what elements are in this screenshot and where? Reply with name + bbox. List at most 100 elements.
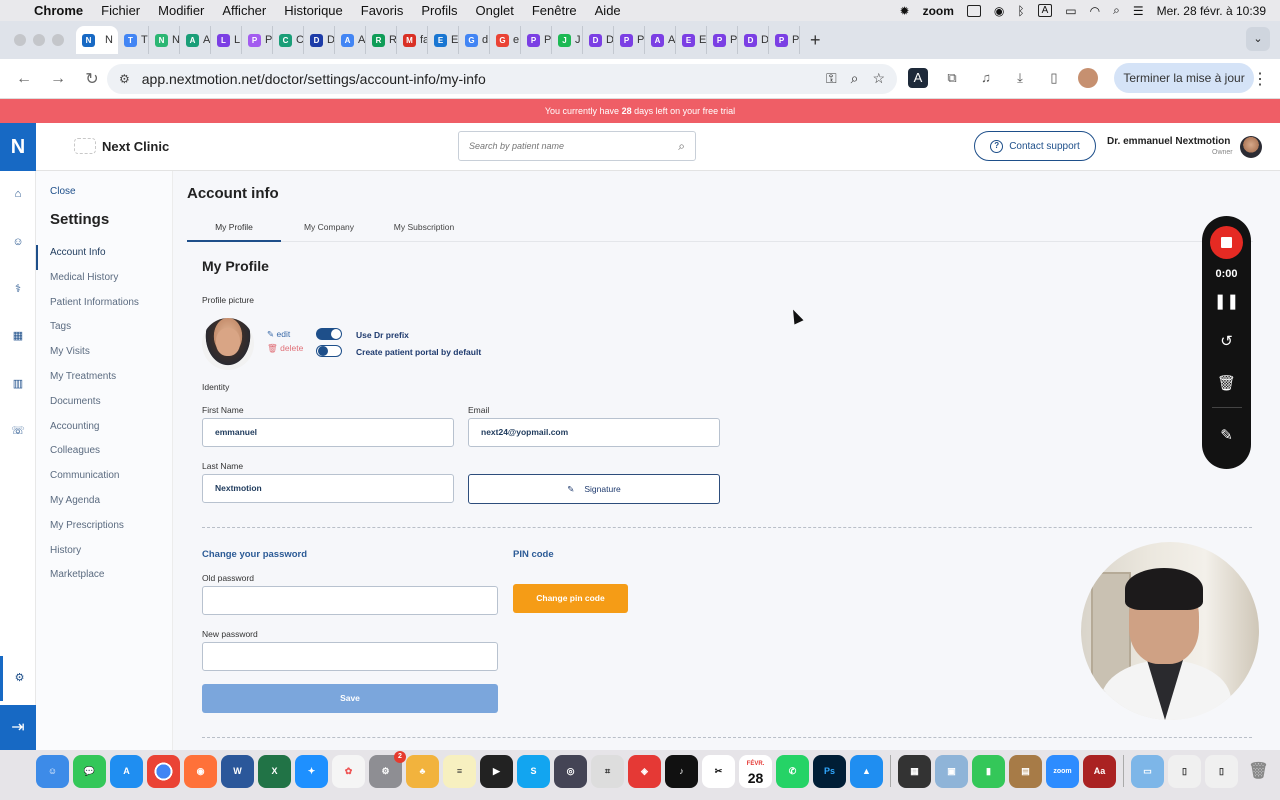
numbers-icon[interactable]: ▮ <box>972 755 1005 788</box>
browser-tab[interactable]: TT <box>118 26 149 54</box>
archive-icon[interactable]: ▤ <box>1009 755 1042 788</box>
first-name-field[interactable]: emmanuel <box>202 418 454 447</box>
menu-profils[interactable]: Profils <box>421 3 457 18</box>
bluetooth-icon[interactable]: ᛒ <box>1017 4 1024 18</box>
browser-tab-active[interactable]: NN✕ <box>76 26 118 54</box>
key-icon[interactable]: ⚿ <box>826 70 837 87</box>
forward-icon[interactable]: → <box>48 70 68 88</box>
browser-tab[interactable]: NN <box>149 26 180 54</box>
address-bar[interactable]: ⚙ app.nextmotion.net/doctor/settings/acc… <box>107 64 897 94</box>
browser-tab[interactable]: LL <box>211 26 242 54</box>
battery-icon[interactable]: ▭ <box>1065 4 1076 18</box>
signature-button[interactable]: ✎ Signature <box>468 474 720 504</box>
tab-search-icon[interactable]: ⌄ <box>1246 27 1270 51</box>
search-input[interactable] <box>469 132 669 160</box>
profile-avatar-icon[interactable] <box>1078 68 1098 88</box>
logout-icon[interactable]: ⇥ <box>0 705 36 750</box>
tab-my-company[interactable]: My Company <box>281 216 377 242</box>
screen-icon[interactable] <box>966 4 981 17</box>
finder-icon[interactable]: ☺ <box>36 755 69 788</box>
contact-support-button[interactable]: ? Contact support <box>974 131 1096 161</box>
control-center-icon[interactable]: ☰ <box>1133 4 1144 18</box>
sidebar-item-medical-history[interactable]: Medical History <box>36 270 173 295</box>
menu-favoris[interactable]: Favoris <box>361 3 404 18</box>
document-icon[interactable]: ▯ <box>1168 755 1201 788</box>
messages-icon[interactable]: 💬 <box>73 755 106 788</box>
browser-tab[interactable]: PP <box>242 26 273 54</box>
chrome-icon[interactable] <box>147 755 180 788</box>
word-icon[interactable]: W <box>221 755 254 788</box>
photos-icon[interactable]: ✿ <box>332 755 365 788</box>
keynote-icon[interactable]: ▲ <box>850 755 883 788</box>
browser-tab[interactable]: PP <box>707 26 738 54</box>
media-icon[interactable]: ♫ <box>976 68 996 88</box>
menu-modifier[interactable]: Modifier <box>158 3 204 18</box>
browser-tab[interactable]: RR <box>366 26 397 54</box>
browser-tab[interactable]: JJ <box>552 26 583 54</box>
email-field[interactable]: next24@yopmail.com <box>468 418 720 447</box>
sidebar-item-accounting[interactable]: Accounting <box>36 419 173 444</box>
calculator-icon[interactable]: ▦ <box>898 755 931 788</box>
whatsapp-icon[interactable]: ✆ <box>776 755 809 788</box>
stop-recording-button[interactable] <box>1210 226 1243 259</box>
photoshop-icon[interactable]: Ps <box>813 755 846 788</box>
calendar-icon[interactable]: FÉVR. 28 <box>739 755 772 788</box>
avatar[interactable] <box>1240 136 1262 158</box>
sidebar-item-my-prescriptions[interactable]: My Prescriptions <box>36 518 173 543</box>
system-settings-icon[interactable]: ⚙ 2 <box>369 751 406 788</box>
puzzle-icon[interactable]: ⧉ <box>942 68 962 88</box>
wifi-icon[interactable]: ◠ <box>1090 4 1100 18</box>
browser-tab[interactable]: PP <box>614 26 645 54</box>
record-icon[interactable]: ◉ <box>994 4 1004 18</box>
browser-tab[interactable]: DD <box>738 26 769 54</box>
side-panel-icon[interactable]: ▯ <box>1044 68 1064 88</box>
sidebar-item-my-agenda[interactable]: My Agenda <box>36 493 173 518</box>
browser-tab[interactable]: DD <box>583 26 614 54</box>
save-button[interactable]: Save <box>202 684 498 713</box>
document-icon[interactable]: ▯ <box>1205 755 1238 788</box>
tiktok-icon[interactable]: ♪ <box>665 755 698 788</box>
delete-picture-link[interactable]: 🗑 delete <box>267 343 303 354</box>
bookmark-star-icon[interactable]: ☆ <box>872 70 885 87</box>
menu-afficher[interactable]: Afficher <box>222 3 266 18</box>
dictionary-icon[interactable]: Aa <box>1083 755 1116 788</box>
menu-chrome[interactable]: Chrome <box>34 3 83 18</box>
patient-portal-toggle[interactable] <box>316 345 342 357</box>
url-text[interactable]: app.nextmotion.net/doctor/settings/accou… <box>142 71 486 87</box>
sidebar-item-tags[interactable]: Tags <box>36 319 173 344</box>
preview-icon[interactable]: ▣ <box>935 755 968 788</box>
browser-tab[interactable]: CC <box>273 26 304 54</box>
sidebar-item-my-visits[interactable]: My Visits <box>36 344 173 369</box>
edit-picture-link[interactable]: ✎ edit <box>267 329 290 340</box>
last-name-field[interactable]: Nextmotion <box>202 474 454 503</box>
browser-tab[interactable]: PP <box>521 26 552 54</box>
close-window-icon[interactable] <box>14 34 26 46</box>
browser-tab[interactable]: AA <box>335 26 366 54</box>
keyboard-input-label[interactable]: A <box>1037 4 1053 17</box>
sidebar-item-my-treatments[interactable]: My Treatments <box>36 369 173 394</box>
app-store-icon[interactable]: A <box>110 755 143 788</box>
calendar-icon[interactable]: ▦ <box>11 329 25 343</box>
datetime[interactable]: Mer. 28 févr. à 10:39 <box>1157 4 1266 18</box>
acrobat-icon[interactable]: ◈ <box>628 755 661 788</box>
tab-my-profile[interactable]: My Profile <box>187 216 281 242</box>
download-icon[interactable]: ⤓ <box>1010 68 1030 88</box>
menu-historique[interactable]: Historique <box>284 3 343 18</box>
menu-fenetre[interactable]: Fenêtre <box>532 3 577 18</box>
zoom-icon[interactable]: ⌕ <box>851 70 859 87</box>
trash-icon[interactable]: 🗑 <box>1202 374 1251 392</box>
browser-tab[interactable]: EE <box>428 26 459 54</box>
user-name[interactable]: Dr. emmanuel Nextmotion <box>1107 136 1230 147</box>
firefox-icon[interactable]: ◉ <box>184 755 217 788</box>
zoom-app-icon[interactable]: zoom <box>1046 755 1079 788</box>
sidebar-item-communication[interactable]: Communication <box>36 468 173 493</box>
pen-icon[interactable]: ✎ <box>1202 426 1251 444</box>
minimize-window-icon[interactable] <box>33 34 45 46</box>
browser-tab[interactable]: Ge <box>490 26 521 54</box>
skype-icon[interactable]: S <box>517 755 550 788</box>
menu-onglet[interactable]: Onglet <box>476 3 514 18</box>
tab-my-subscription[interactable]: My Subscription <box>377 216 471 242</box>
sidebar-item-documents[interactable]: Documents <box>36 394 173 419</box>
maximize-window-icon[interactable] <box>52 34 64 46</box>
screenflow-icon[interactable]: ◎ <box>554 755 587 788</box>
